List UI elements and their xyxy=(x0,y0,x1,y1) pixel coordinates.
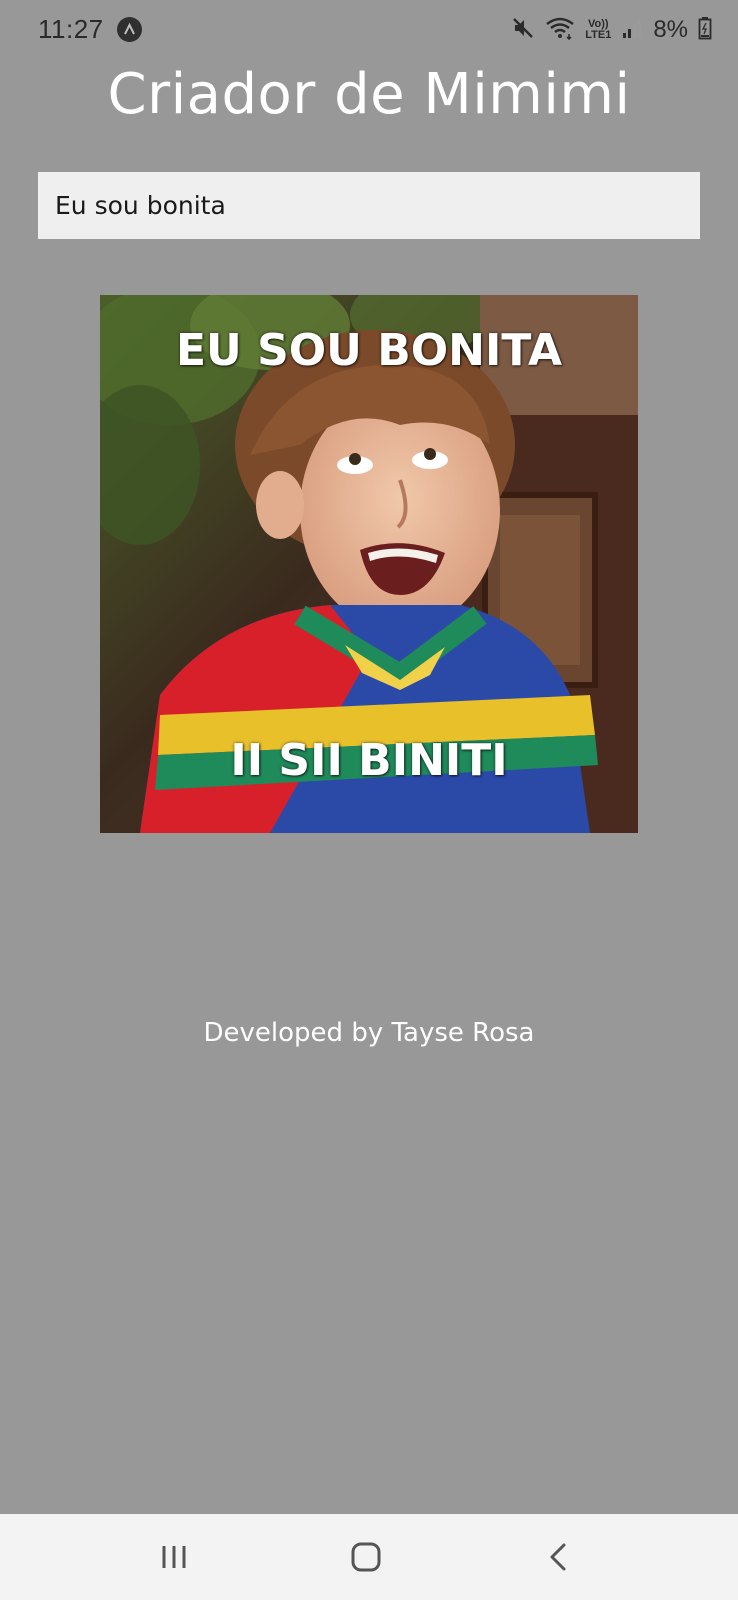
back-button[interactable] xyxy=(528,1534,588,1580)
volte-bottom-label: LTE1 xyxy=(585,29,612,41)
developer-credit: Developed by Tayse Rosa xyxy=(203,1018,535,1048)
meme-image: EU SOU BONITA II SII BINITI xyxy=(100,295,638,833)
mute-icon xyxy=(511,16,535,45)
status-icons: Vo)) LTE1 8% xyxy=(511,12,712,48)
app-notification-icon xyxy=(117,17,142,42)
wifi-icon xyxy=(545,16,575,45)
navigation-bar xyxy=(0,1514,738,1600)
signal-icon xyxy=(621,17,643,44)
battery-percent: 8% xyxy=(653,16,688,43)
volte-lte-icon: Vo)) LTE1 xyxy=(585,19,611,41)
home-button[interactable] xyxy=(336,1534,396,1580)
recents-button[interactable] xyxy=(144,1534,204,1580)
battery-icon xyxy=(698,16,712,45)
home-icon xyxy=(351,1542,381,1572)
status-time: 11:27 xyxy=(38,14,104,44)
page-title: Criador de Mimimi xyxy=(107,62,631,127)
meme-text-input[interactable] xyxy=(38,172,700,239)
recents-icon xyxy=(162,1546,186,1568)
back-icon xyxy=(550,1543,566,1571)
meme-bottom-text: II SII BINITI xyxy=(230,735,508,786)
meme-top-text: EU SOU BONITA xyxy=(175,325,563,376)
status-bar: 11:27 Vo)) LTE1 8% xyxy=(0,0,738,62)
